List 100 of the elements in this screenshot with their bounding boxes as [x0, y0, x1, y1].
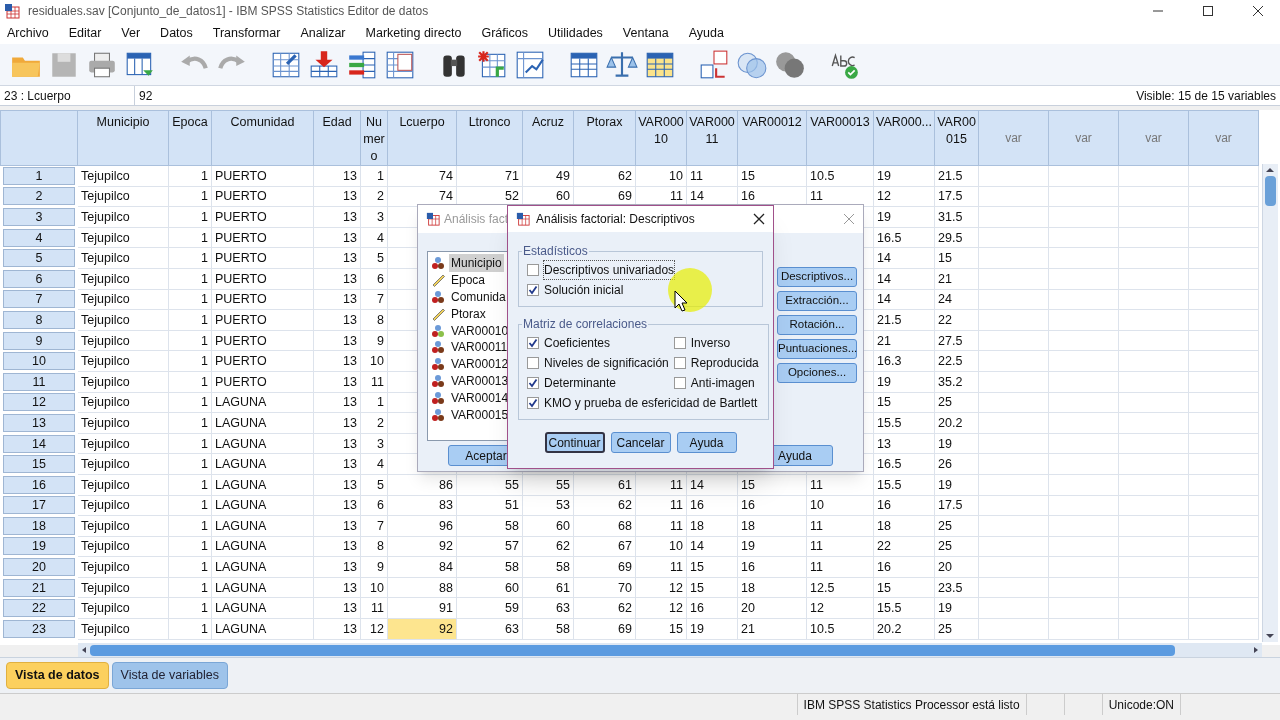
table-cell[interactable]: 15.5: [873, 597, 935, 619]
table-cell[interactable]: 19: [934, 597, 979, 619]
row-header[interactable]: 11: [3, 372, 75, 391]
table-cell[interactable]: 10: [360, 350, 388, 372]
row-header[interactable]: 10: [3, 352, 75, 371]
column-header[interactable]: Acruz: [522, 110, 574, 166]
table-cell[interactable]: 27.5: [934, 330, 979, 351]
table-cell[interactable]: 1: [168, 330, 212, 351]
variable-item[interactable]: VAR00013: [449, 372, 511, 390]
table-cell[interactable]: 15.5: [873, 412, 935, 434]
table-cell[interactable]: LAGUNA: [211, 515, 314, 537]
table-cell[interactable]: LAGUNA: [211, 412, 314, 434]
table-cell[interactable]: 11: [635, 515, 687, 537]
column-header[interactable]: VAR00010: [635, 110, 687, 166]
table-cell[interactable]: 62: [522, 536, 574, 557]
variable-item[interactable]: VAR00012: [449, 355, 511, 374]
column-header[interactable]: Municipio: [77, 110, 169, 166]
row-header[interactable]: 9: [3, 331, 75, 350]
table-cell[interactable]: 13: [313, 474, 361, 495]
table-cell[interactable]: 24: [934, 289, 979, 310]
table-cell[interactable]: 1: [168, 247, 212, 269]
table-cell[interactable]: 13: [313, 165, 361, 187]
table-cell[interactable]: 19: [873, 371, 935, 393]
table-cell[interactable]: 18: [873, 515, 935, 537]
table-cell[interactable]: 11: [360, 371, 388, 393]
column-header[interactable]: var: [1188, 110, 1259, 166]
checkbox[interactable]: [673, 377, 686, 389]
dialog-button[interactable]: Ayuda: [676, 432, 737, 453]
row-header[interactable]: 23: [3, 619, 75, 638]
table-cell[interactable]: 13: [313, 433, 361, 454]
table-cell[interactable]: 16: [873, 556, 935, 578]
table-cell[interactable]: 13: [313, 577, 361, 598]
table-cell[interactable]: 23.5: [934, 577, 979, 598]
table-cell[interactable]: 19: [737, 536, 807, 557]
table-cell[interactable]: 10: [806, 495, 874, 516]
menu-item[interactable]: Gráficos: [476, 23, 533, 43]
table-cell[interactable]: 16: [686, 597, 738, 619]
table-cell[interactable]: 14: [873, 247, 935, 269]
table-cell[interactable]: 63: [522, 597, 574, 619]
table-cell[interactable]: Tejupilco: [77, 412, 169, 434]
table-cell[interactable]: 15: [737, 165, 807, 187]
table-cell[interactable]: 13: [313, 597, 361, 619]
table-cell[interactable]: 21.5: [934, 165, 979, 187]
table-cell[interactable]: 15: [686, 577, 738, 598]
table-cell[interactable]: 96: [387, 515, 457, 537]
table-cell[interactable]: PUERTO: [211, 330, 314, 351]
close-icon[interactable]: [753, 213, 765, 225]
row-header[interactable]: 5: [3, 249, 75, 268]
menu-item[interactable]: Ver: [116, 23, 146, 43]
table-cell[interactable]: 15: [686, 556, 738, 578]
table-cell[interactable]: 16: [873, 495, 935, 516]
column-header[interactable]: var: [978, 110, 1049, 166]
table-cell[interactable]: 6: [360, 495, 388, 516]
table-cell[interactable]: Tejupilco: [77, 597, 169, 619]
table-cell[interactable]: 88: [387, 577, 457, 598]
table-cell[interactable]: LAGUNA: [211, 392, 314, 413]
table-cell[interactable]: 19: [934, 433, 979, 454]
table-cell[interactable]: 62: [573, 495, 636, 516]
table-cell[interactable]: 69: [573, 556, 636, 578]
table-cell[interactable]: Tejupilco: [77, 309, 169, 331]
table-cell[interactable]: 1: [168, 165, 212, 187]
variable-item[interactable]: VAR00011: [449, 338, 510, 357]
variable-item[interactable]: Municipio: [449, 254, 504, 273]
table-cell[interactable]: 1: [168, 227, 212, 248]
table-cell[interactable]: 7: [360, 515, 388, 537]
column-header[interactable]: VAR00013: [806, 110, 874, 166]
table-cell[interactable]: 9: [360, 556, 388, 578]
table-cell[interactable]: 26: [934, 453, 979, 475]
dialog-button[interactable]: Descriptivos...: [777, 267, 857, 287]
table-cell[interactable]: Tejupilco: [77, 247, 169, 269]
row-header[interactable]: 13: [3, 413, 75, 432]
scrollbar-thumb[interactable]: [1265, 176, 1276, 206]
table-cell[interactable]: 25: [934, 515, 979, 537]
menu-item[interactable]: Datos: [155, 23, 198, 43]
table-cell[interactable]: 21: [934, 268, 979, 290]
table-cell[interactable]: Tejupilco: [77, 268, 169, 290]
table-cell[interactable]: 62: [573, 165, 636, 187]
table-cell[interactable]: Tejupilco: [77, 289, 169, 310]
row-header[interactable]: 7: [3, 290, 75, 309]
table-cell[interactable]: 17.5: [934, 495, 979, 516]
table-cell[interactable]: 51: [456, 495, 523, 516]
table-cell[interactable]: 12: [873, 186, 935, 207]
table-cell[interactable]: 11: [360, 597, 388, 619]
table-cell[interactable]: Tejupilco: [77, 371, 169, 393]
table-cell[interactable]: 20.2: [934, 412, 979, 434]
table-cell[interactable]: 17.5: [934, 186, 979, 207]
table-cell[interactable]: 55: [522, 474, 574, 495]
table-cell[interactable]: 11: [635, 556, 687, 578]
table-cell[interactable]: 1: [168, 474, 212, 495]
dialog-button[interactable]: Rotación...: [777, 315, 857, 335]
menu-item[interactable]: Utilidades: [542, 23, 608, 43]
table-cell[interactable]: 21: [873, 330, 935, 351]
table-cell[interactable]: 12: [360, 618, 388, 640]
variable-item[interactable]: Comunida: [449, 288, 508, 306]
table-cell[interactable]: 2: [360, 412, 388, 434]
table-cell[interactable]: 83: [387, 495, 457, 516]
table-cell[interactable]: 21: [737, 618, 807, 640]
table-cell[interactable]: 10: [635, 536, 687, 557]
table-cell[interactable]: 13: [313, 289, 361, 310]
row-header[interactable]: 20: [3, 558, 75, 577]
